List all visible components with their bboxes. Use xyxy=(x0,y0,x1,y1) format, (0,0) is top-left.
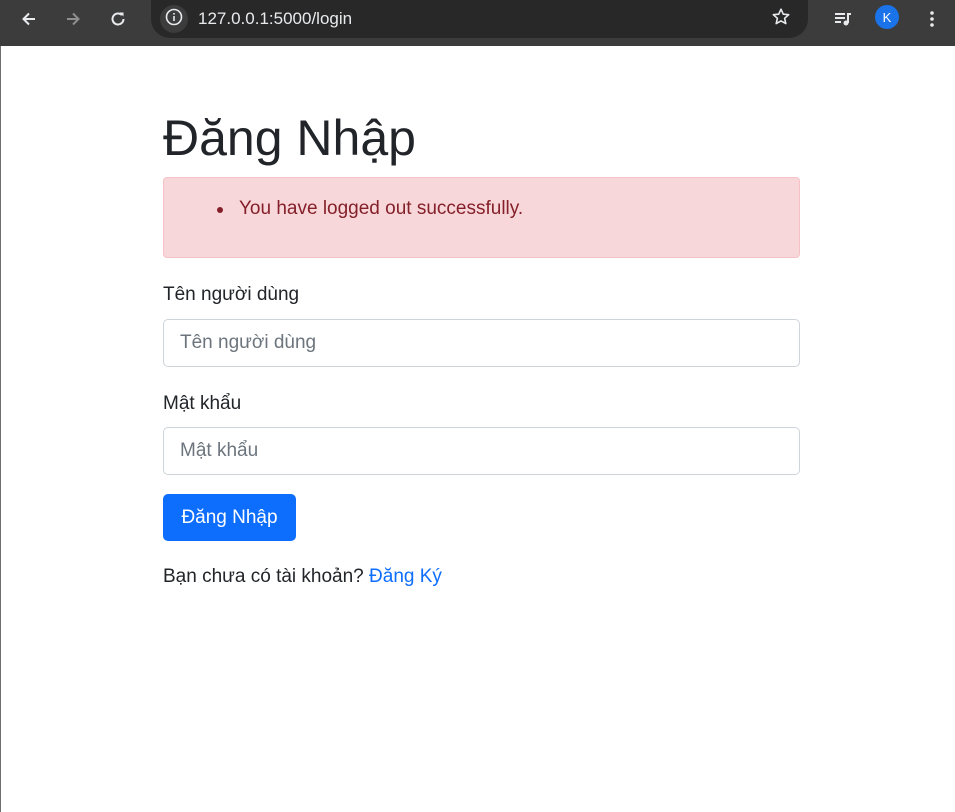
register-prompt-text: Bạn chưa có tài khoản? xyxy=(163,566,370,587)
address-bar[interactable]: 127.0.0.1:5000/login xyxy=(151,0,808,38)
kebab-menu-icon xyxy=(923,10,941,28)
bullet-icon xyxy=(217,207,223,213)
media-controls-button[interactable] xyxy=(829,5,857,33)
login-button[interactable]: Đăng Nhập xyxy=(163,494,296,541)
back-arrow-icon xyxy=(20,10,38,28)
forward-button[interactable] xyxy=(59,5,87,33)
back-button[interactable] xyxy=(15,5,43,33)
bookmark-button[interactable] xyxy=(768,6,794,32)
page-title: Đăng Nhập xyxy=(163,110,416,166)
username-label: Tên người dùng xyxy=(163,284,300,305)
reload-icon xyxy=(109,10,127,28)
forward-arrow-icon xyxy=(64,10,82,28)
reload-button[interactable] xyxy=(104,5,132,33)
register-link[interactable]: Đăng Ký xyxy=(369,566,442,587)
password-input[interactable] xyxy=(163,427,800,475)
password-label: Mật khẩu xyxy=(163,393,242,414)
profile-avatar[interactable]: K xyxy=(875,5,899,29)
media-playlist-icon xyxy=(833,9,853,29)
browser-menu-button[interactable] xyxy=(918,5,946,33)
flash-alert: You have logged out successfully. xyxy=(163,177,800,258)
url-text[interactable]: 127.0.0.1:5000/login xyxy=(198,9,352,29)
browser-toolbar: 127.0.0.1:5000/login K xyxy=(0,0,955,46)
page-viewport: Đăng Nhập You have logged out successful… xyxy=(0,46,955,812)
star-icon xyxy=(771,7,791,32)
username-input[interactable] xyxy=(163,319,800,367)
register-prompt: Bạn chưa có tài khoản? Đăng Ký xyxy=(163,566,442,588)
info-icon xyxy=(165,8,183,31)
alert-message: You have logged out successfully. xyxy=(239,198,524,219)
site-info-button[interactable] xyxy=(160,5,188,33)
